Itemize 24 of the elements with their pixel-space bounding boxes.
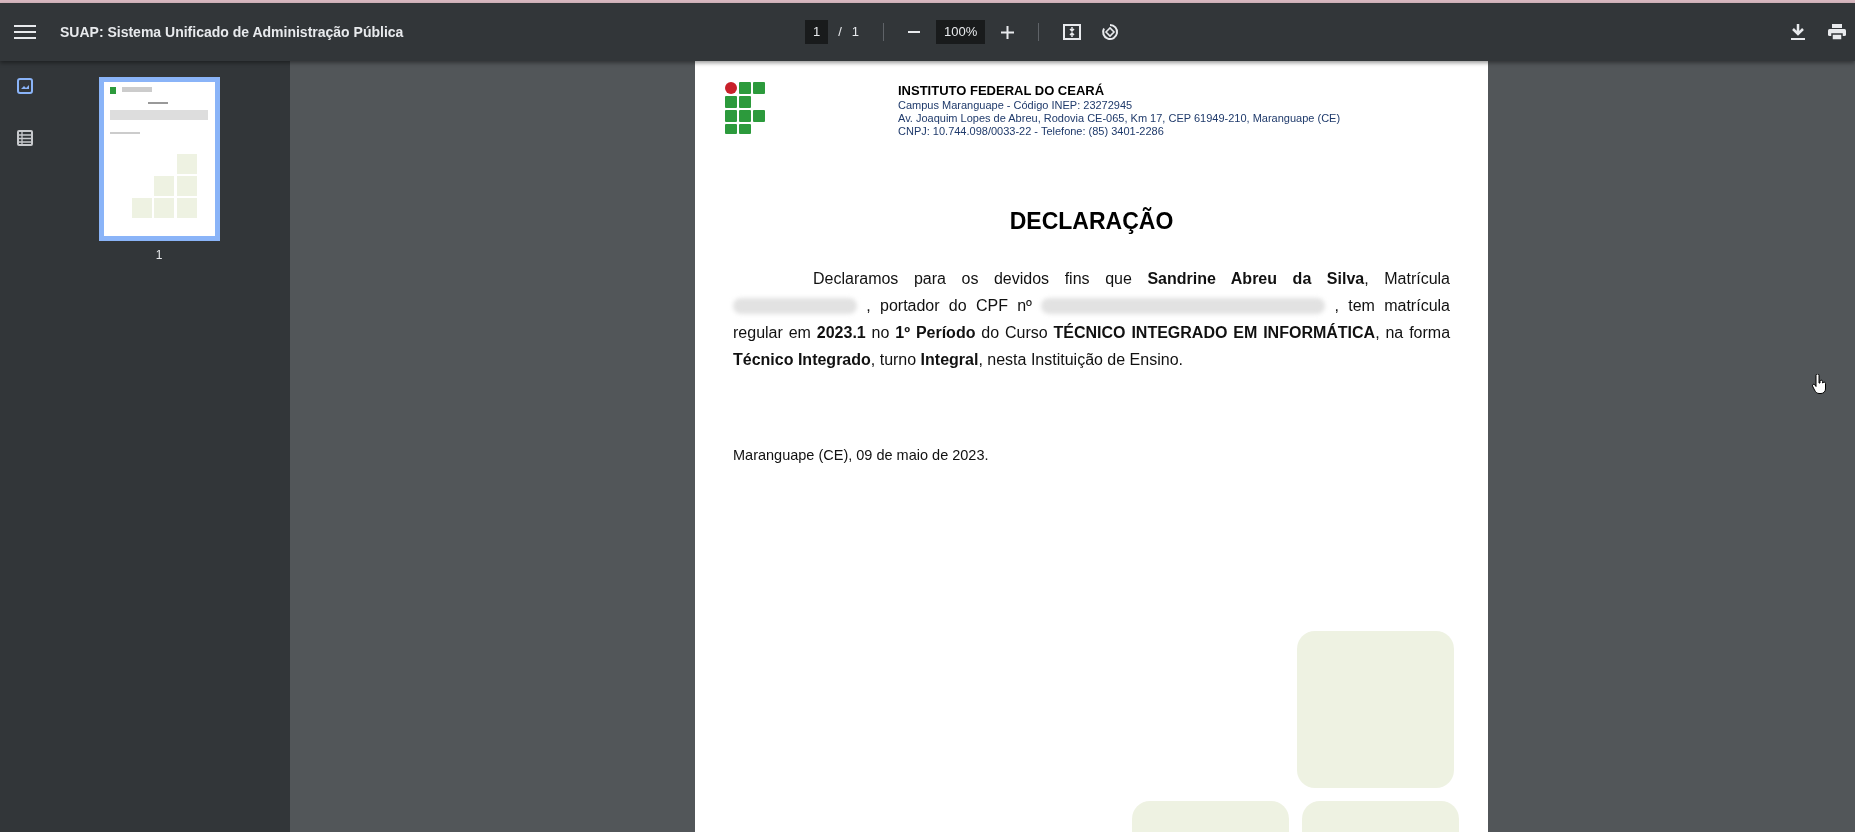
declaration-paragraph: Declaramos para os devidos fins que Sandrine Abreu da Silva, Matrícula , portador do CPF nº , tem matrícula regular em 2023.1 no 1º Período do Curso TÉCNICO INTEGRADO EM INFORMÁTICA, na forma Técnico Integrado, turno Integral, nesta Instituição de Ensino. [733, 268, 1450, 370]
hand-cursor-icon [1812, 374, 1826, 394]
document-title: SUAP: Sistema Unificado de Administração Pública [60, 22, 404, 42]
header-address-line: Av. Joaquim Lopes de Abreu, Rodovia CE-065, Km 17, CEP 61949-210, Maranguape (CE) [898, 112, 1341, 125]
declaration-title: DECLARAÇÃO [1009, 206, 1174, 236]
zoom-field[interactable]: 100% [936, 20, 986, 44]
header-address-line: CNPJ: 10.744.098/0033-22 - Telefone: (85) 3401-2286 [898, 125, 1165, 138]
page-thumbnail[interactable] [98, 77, 220, 241]
thumbnail-view-icon[interactable] [17, 78, 33, 94]
menu-icon[interactable] [14, 23, 36, 41]
institution-name: INSTITUTO FEDERAL DO CEARÁ [898, 82, 1106, 99]
fit-page-icon[interactable] [1063, 24, 1082, 40]
institution-logo [725, 82, 767, 134]
page-count: 1 [851, 23, 860, 42]
download-icon[interactable] [1791, 24, 1805, 40]
header-address-line: Campus Maranguape - Código INEP: 23272945 [898, 99, 1134, 112]
closing-date: Maranguape (CE), 09 de maio de 2023. [733, 446, 989, 463]
page-separator: / [838, 23, 842, 42]
outline-view-icon[interactable] [17, 130, 33, 146]
rotate-icon[interactable] [1101, 23, 1120, 41]
page-number-field[interactable]: 1 [805, 20, 829, 44]
print-icon[interactable] [1828, 24, 1846, 40]
zoom-in-icon[interactable] [1001, 25, 1015, 39]
page-number-label: 1 [155, 247, 163, 264]
